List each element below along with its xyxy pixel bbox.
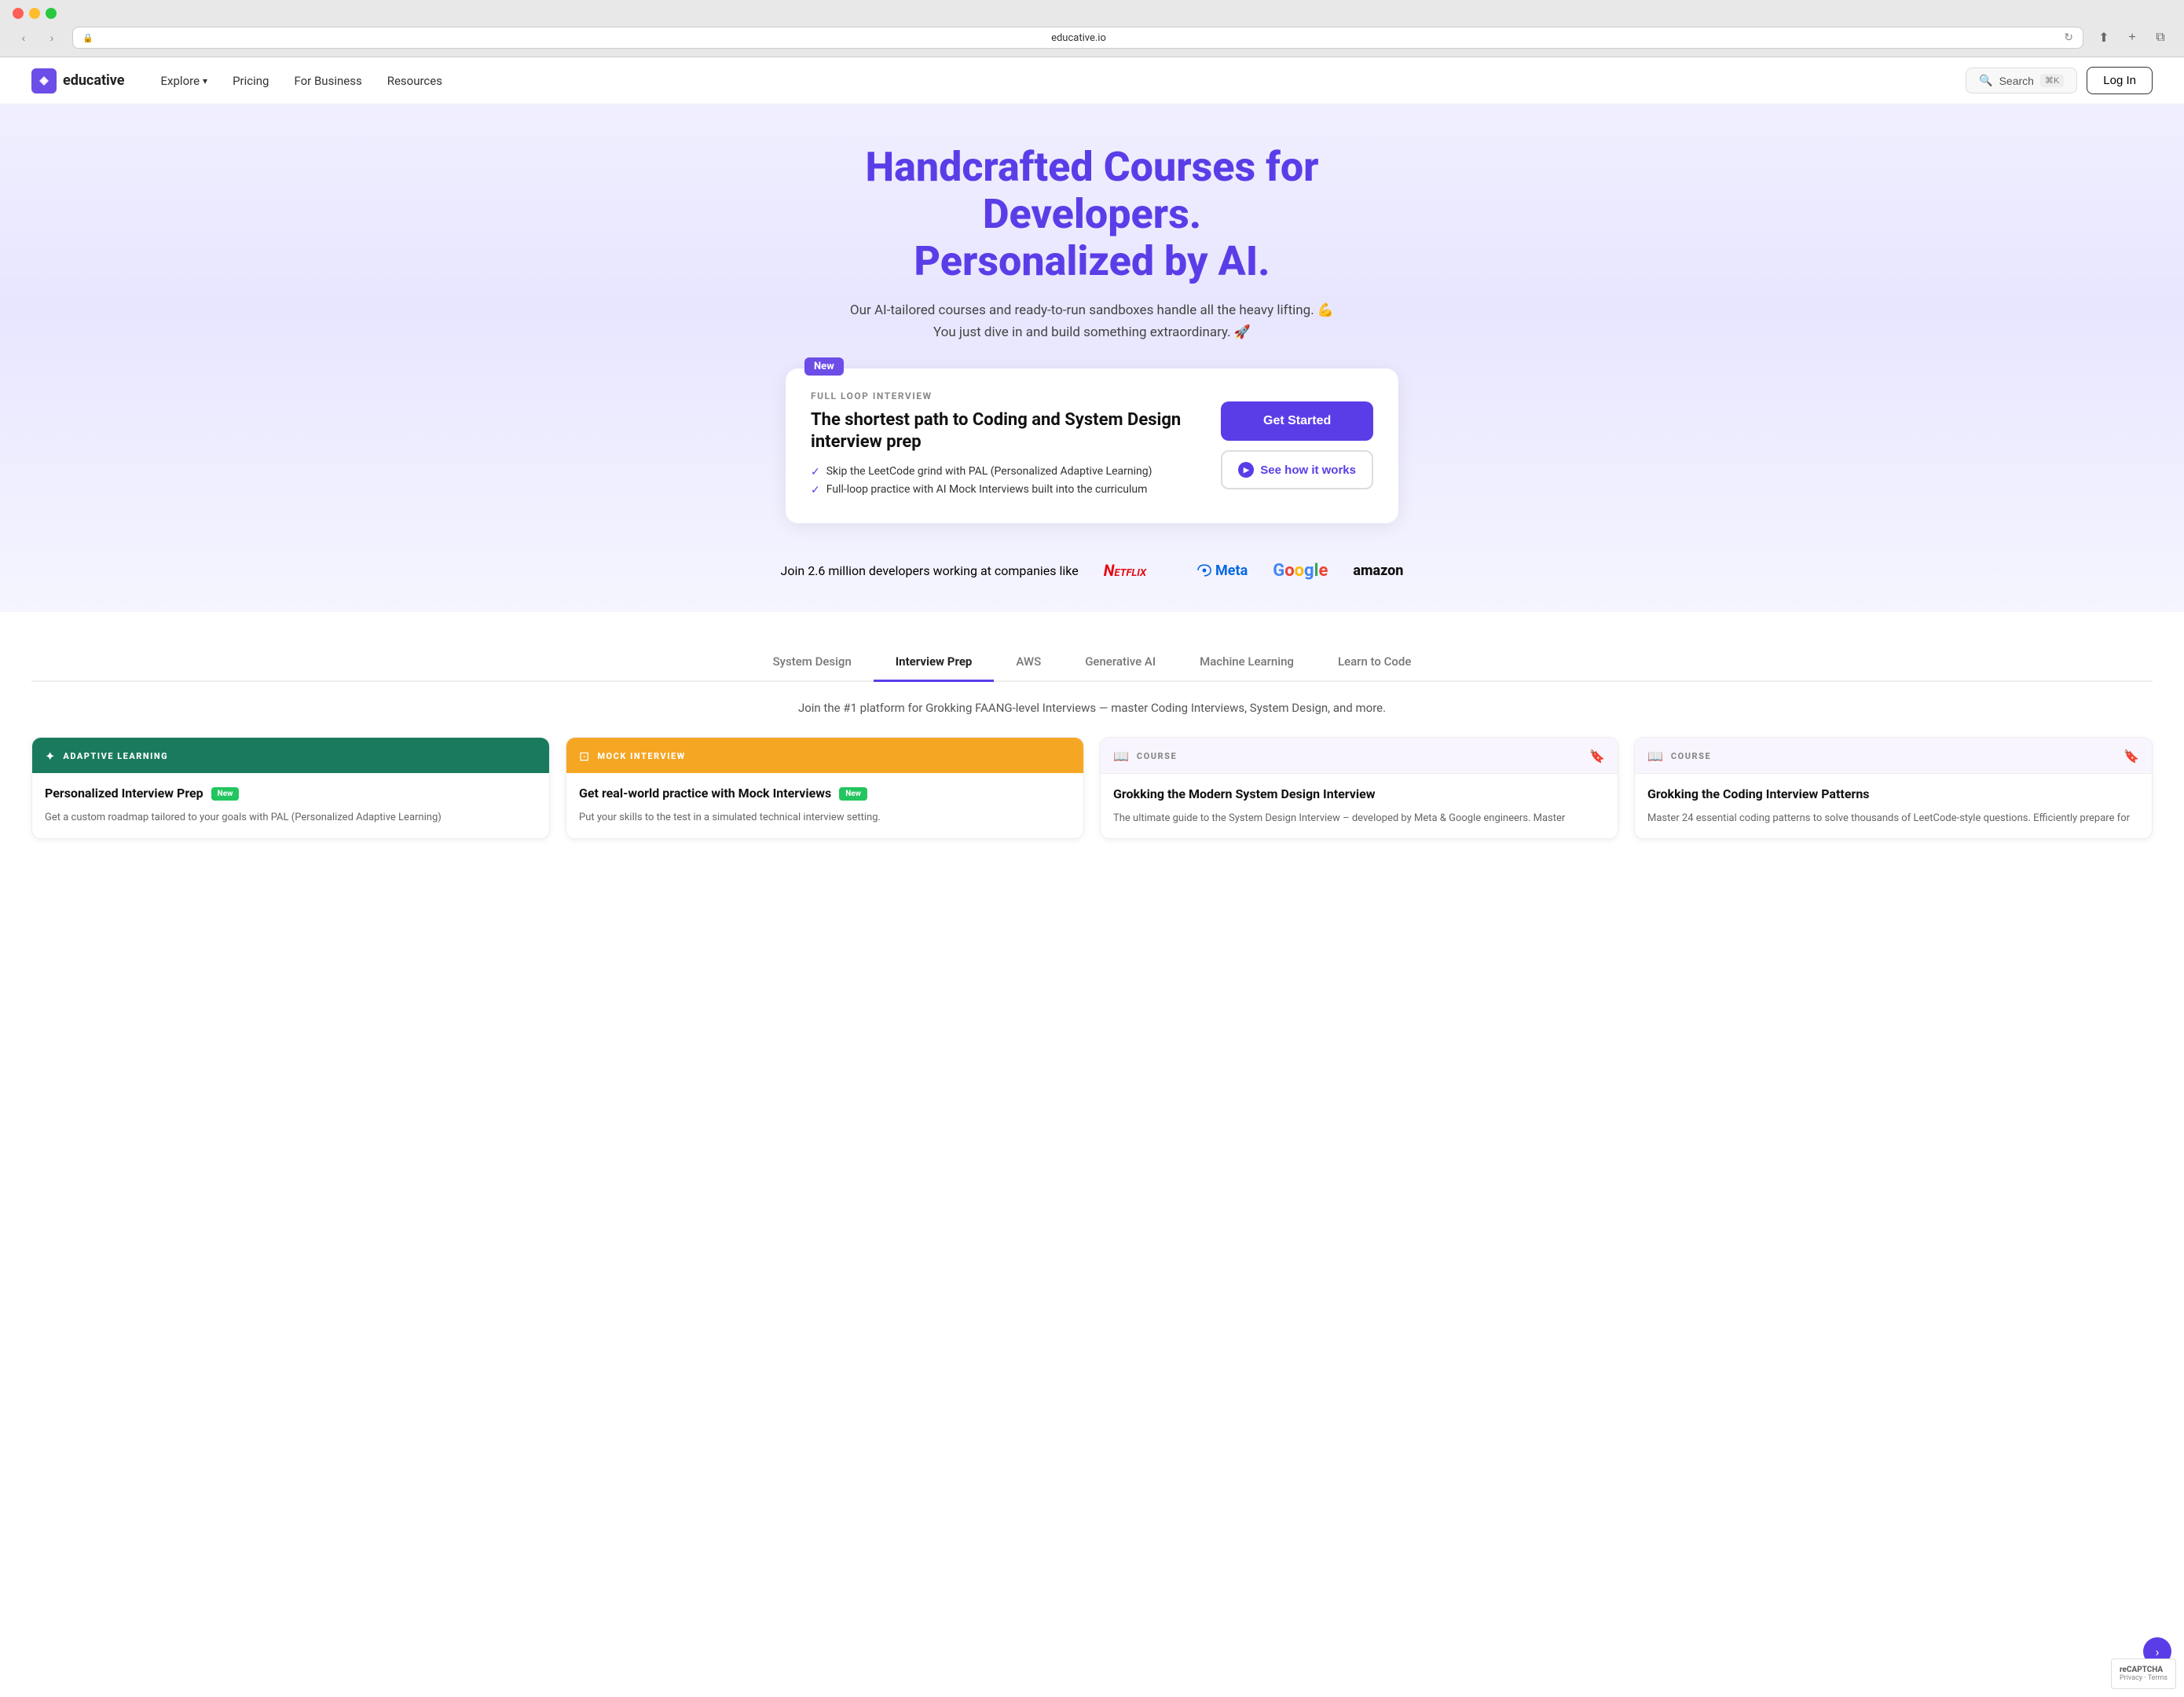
nav-links: Explore ▾ Pricing For Business Resources — [150, 68, 1966, 94]
logo-text: educative — [63, 72, 125, 89]
adaptive-learning-card: ✦ ADAPTIVE LEARNING Personalized Intervi… — [31, 737, 550, 839]
mock-interview-card: ⊡ MOCK INTERVIEW Get real-world practice… — [566, 737, 1084, 839]
nav-right: 🔍 Search ⌘K Log In — [1966, 67, 2153, 94]
coding-interview-card-title: Grokking the Coding Interview Patterns — [1647, 786, 2139, 803]
login-button[interactable]: Log In — [2087, 67, 2153, 94]
feature-label: FULL LOOP INTERVIEW — [811, 390, 1202, 401]
check-icon-2: ✓ — [811, 484, 820, 497]
cards-grid: ✦ ADAPTIVE LEARNING Personalized Intervi… — [31, 737, 2153, 839]
tab-learn-to-code[interactable]: Learn to Code — [1316, 643, 1433, 682]
feature-card: New FULL LOOP INTERVIEW The shortest pat… — [786, 368, 1398, 523]
tab-aws[interactable]: AWS — [994, 643, 1063, 682]
browser-toolbar: ‹ › 🔒 educative.io ↻ ⬆ + ⧉ — [13, 27, 2171, 49]
search-shortcut: ⌘K — [2040, 74, 2064, 87]
new-badge-mock: New — [839, 787, 867, 801]
adaptive-card-body: Personalized Interview Prep New Get a cu… — [32, 773, 549, 838]
share-button[interactable]: ⬆ — [2093, 27, 2115, 49]
adaptive-header-label: ADAPTIVE LEARNING — [63, 751, 537, 761]
url-text: educative.io — [98, 32, 2060, 44]
minimize-btn[interactable] — [29, 8, 40, 19]
system-design-card-title: Grokking the Modern System Design Interv… — [1113, 786, 1605, 803]
bookmark-icon-2[interactable]: 🔖 — [2124, 749, 2139, 764]
tabs-nav: System Design Interview Prep AWS Generat… — [31, 643, 2153, 682]
back-button[interactable]: ‹ — [13, 27, 35, 49]
feature-title: The shortest path to Coding and System D… — [811, 409, 1202, 454]
hero-title: Handcrafted Courses for Developers. Pers… — [778, 144, 1406, 284]
pricing-nav-link[interactable]: Pricing — [222, 68, 280, 94]
logo[interactable]: educative — [31, 68, 125, 93]
book-icon-1: 📖 — [1113, 749, 1129, 764]
address-bar[interactable]: 🔒 educative.io ↻ — [72, 27, 2083, 49]
hero-subtitle: Our AI-tailored courses and ready-to-run… — [31, 300, 2153, 343]
companies-row: Join 2.6 million developers working at c… — [31, 548, 2153, 581]
feature-list: ✓ Skip the LeetCode grind with PAL (Pers… — [811, 465, 1202, 497]
coding-interview-card: 📖 COURSE 🔖 Grokking the Coding Interview… — [1634, 737, 2153, 839]
tab-description: Join the #1 platform for Grokking FAANG-… — [31, 701, 2153, 715]
system-design-card-header: 📖 COURSE 🔖 — [1101, 738, 1618, 774]
coding-interview-card-header: 📖 COURSE 🔖 — [1635, 738, 2152, 774]
tab-system-design[interactable]: System Design — [751, 643, 874, 682]
tab-generative-ai[interactable]: Generative AI — [1063, 643, 1178, 682]
forward-button[interactable]: › — [41, 27, 63, 49]
check-icon-1: ✓ — [811, 466, 820, 478]
traffic-lights — [13, 8, 2171, 19]
feature-content: FULL LOOP INTERVIEW The shortest path to… — [811, 390, 1202, 501]
google-logo: Google — [1273, 561, 1328, 581]
tab-interview-prep[interactable]: Interview Prep — [874, 643, 995, 682]
logo-icon — [31, 68, 57, 93]
course-header-label-2: COURSE — [1671, 751, 2116, 761]
feature-actions: Get Started ▶ See how it works — [1221, 390, 1373, 501]
for-business-nav-link[interactable]: For Business — [283, 68, 372, 94]
see-how-button[interactable]: ▶ See how it works — [1221, 450, 1373, 489]
adaptive-card-title: Personalized Interview Prep New — [45, 786, 537, 802]
site-nav: educative Explore ▾ Pricing For Business… — [0, 57, 2184, 104]
recaptcha-hint: reCAPTCHA Privacy · Terms — [2111, 1659, 2176, 1689]
search-icon: 🔍 — [1979, 74, 1992, 87]
browser-nav: ‹ › — [13, 27, 63, 49]
new-badge-adaptive: New — [211, 787, 240, 801]
browser-chrome: ‹ › 🔒 educative.io ↻ ⬆ + ⧉ — [0, 0, 2184, 57]
coding-interview-card-desc: Master 24 essential coding patterns to s… — [1647, 811, 2139, 827]
feature-bullet-2: ✓ Full-loop practice with AI Mock Interv… — [811, 483, 1202, 497]
new-badge: New — [804, 357, 844, 376]
coding-interview-card-body: Grokking the Coding Interview Patterns M… — [1635, 774, 2152, 838]
get-started-button[interactable]: Get Started — [1221, 401, 1373, 441]
companies-text: Join 2.6 million developers working at c… — [781, 563, 1079, 578]
play-icon: ▶ — [1238, 462, 1254, 478]
tabs-section: System Design Interview Prep AWS Generat… — [0, 612, 2184, 839]
course-header-label-1: COURSE — [1137, 751, 1581, 761]
system-design-course-card: 📖 COURSE 🔖 Grokking the Modern System De… — [1100, 737, 1618, 839]
reload-icon[interactable]: ↻ — [2064, 31, 2073, 44]
tab-overview-button[interactable]: ⧉ — [2149, 27, 2171, 49]
netflix-logo: NETFLIX — [1104, 561, 1146, 580]
chevron-down-icon: ▾ — [203, 75, 207, 86]
tab-machine-learning[interactable]: Machine Learning — [1178, 643, 1316, 682]
adaptive-card-desc: Get a custom roadmap tailored to your go… — [45, 810, 537, 826]
system-design-card-desc: The ultimate guide to the System Design … — [1113, 811, 1605, 827]
system-design-card-body: Grokking the Modern System Design Interv… — [1101, 774, 1618, 838]
bookmark-icon-1[interactable]: 🔖 — [1589, 749, 1605, 764]
fullscreen-btn[interactable] — [46, 8, 57, 19]
explore-nav-link[interactable]: Explore ▾ — [150, 68, 219, 94]
resources-nav-link[interactable]: Resources — [376, 68, 453, 94]
mock-header-label: MOCK INTERVIEW — [597, 751, 1071, 761]
amazon-logo: amazon — [1353, 563, 1403, 579]
adaptive-card-header: ✦ ADAPTIVE LEARNING — [32, 738, 549, 773]
feature-bullet-1: ✓ Skip the LeetCode grind with PAL (Pers… — [811, 465, 1202, 478]
browser-actions: ⬆ + ⧉ — [2093, 27, 2171, 49]
hero-section: Handcrafted Courses for Developers. Pers… — [0, 104, 2184, 612]
book-icon-2: 📖 — [1647, 749, 1663, 764]
mock-card-desc: Put your skills to the test in a simulat… — [579, 810, 1071, 826]
mock-card-body: Get real-world practice with Mock Interv… — [566, 773, 1083, 838]
new-tab-button[interactable]: + — [2121, 27, 2143, 49]
meta-logo: Meta — [1196, 563, 1248, 579]
adaptive-icon: ✦ — [45, 749, 55, 764]
mock-card-title: Get real-world practice with Mock Interv… — [579, 786, 1071, 802]
close-btn[interactable] — [13, 8, 24, 19]
lock-icon: 🔒 — [82, 33, 93, 43]
mock-card-header: ⊡ MOCK INTERVIEW — [566, 738, 1083, 773]
search-button[interactable]: 🔍 Search ⌘K — [1966, 68, 2077, 93]
mock-icon: ⊡ — [579, 749, 589, 764]
